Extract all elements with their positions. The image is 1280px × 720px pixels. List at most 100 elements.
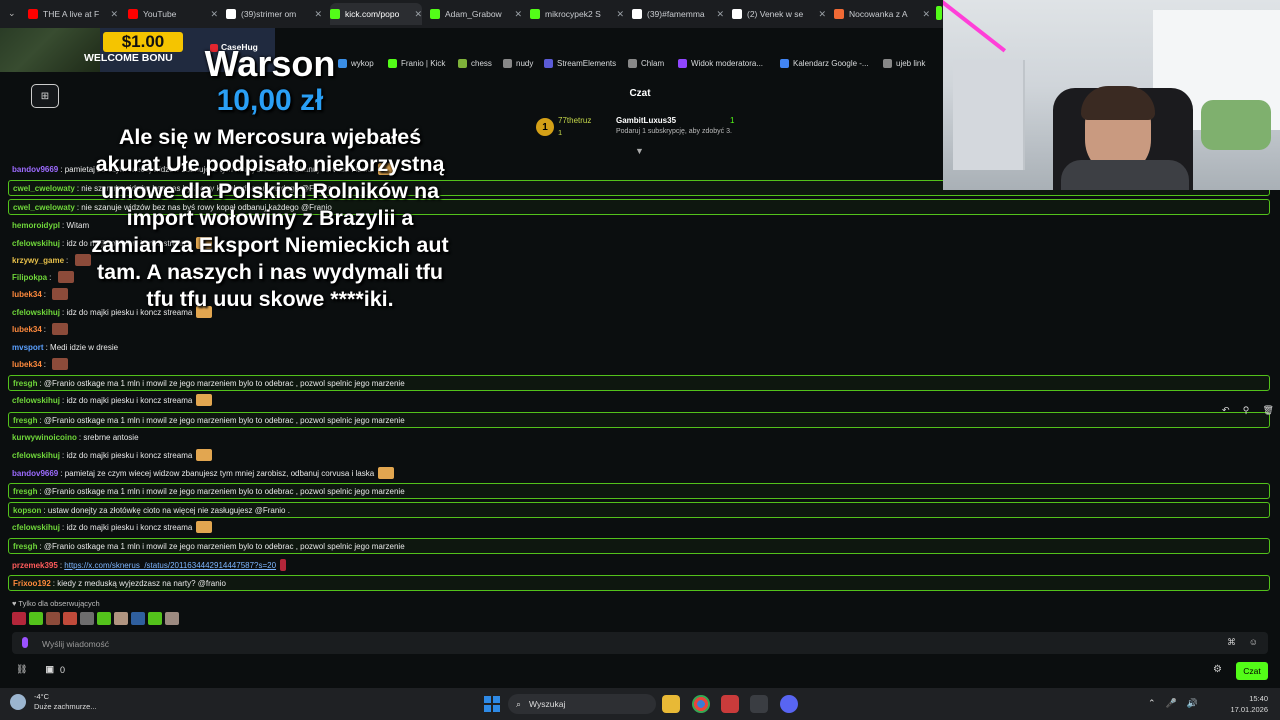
taskbar-clock[interactable]: 15:40 17.01.2026 bbox=[1220, 693, 1268, 715]
emoji-picker-icon[interactable]: ☺ bbox=[1249, 637, 1258, 647]
chat-username[interactable]: cfelowskihuj bbox=[12, 239, 60, 248]
weather-widget[interactable]: -4°C Duże zachmurze... bbox=[10, 692, 97, 712]
chat-message[interactable]: cwel_cwelowaty: nie szanuje widzów bez n… bbox=[8, 199, 1270, 215]
chat-username[interactable]: bandov9669 bbox=[12, 469, 58, 478]
leader-user-2[interactable]: GambitLuxus35 bbox=[616, 116, 676, 125]
tab-3[interactable]: (39)strimer om ✕ bbox=[226, 3, 322, 25]
emote-8[interactable] bbox=[131, 612, 145, 625]
emote-1[interactable] bbox=[12, 612, 26, 625]
command-icon[interactable]: ⌘ bbox=[1227, 637, 1236, 648]
chat-message[interactable]: lubek34: bbox=[8, 357, 69, 371]
collapse-pinned-icon[interactable]: ▼ bbox=[635, 146, 644, 156]
send-chat-button[interactable]: Czat bbox=[1236, 662, 1268, 680]
chat-username[interactable]: cwel_cwelowaty bbox=[13, 184, 75, 193]
bookmark-4[interactable]: nudy bbox=[503, 59, 533, 68]
game-app-icon[interactable] bbox=[721, 695, 739, 713]
chat-username[interactable]: fresgh bbox=[13, 379, 37, 388]
mic-icon[interactable] bbox=[22, 637, 28, 648]
volume-icon[interactable]: 🔊 bbox=[1187, 698, 1198, 709]
chat-username[interactable]: krzywy_game bbox=[12, 256, 64, 265]
chat-message[interactable]: fresgh: @Franio ostkage ma 1 mln i mowil… bbox=[8, 483, 1270, 499]
chat-message[interactable]: bandov9669: pamietaj ze czym wiecej widz… bbox=[8, 162, 395, 176]
emote-2[interactable] bbox=[29, 612, 43, 625]
chat-message[interactable]: lubek34: bbox=[8, 287, 69, 301]
chat-username[interactable]: fresgh bbox=[13, 416, 37, 425]
microphone-icon[interactable]: 🎤 bbox=[1166, 698, 1177, 709]
chat-message-input[interactable] bbox=[40, 634, 1194, 654]
chat-username[interactable]: lubek34 bbox=[12, 325, 42, 334]
close-icon[interactable]: ✕ bbox=[514, 9, 522, 20]
obs-app-icon[interactable] bbox=[750, 695, 768, 713]
chat-message[interactable]: fresgh: @Franio ostkage ma 1 mln i mowil… bbox=[8, 375, 1270, 391]
chat-username[interactable]: przemek395 bbox=[12, 561, 58, 570]
chat-username[interactable]: kurwywinoicoino bbox=[12, 433, 77, 442]
chat-username[interactable]: cfelowskihuj bbox=[12, 308, 60, 317]
chat-username[interactable]: lubek34 bbox=[12, 360, 42, 369]
bookmark-9[interactable]: ujeb link bbox=[883, 59, 925, 68]
points-icon[interactable]: ▣ bbox=[45, 664, 54, 675]
chat-message[interactable]: przemek395: https://x.com/sknerus_/statu… bbox=[8, 558, 287, 572]
close-icon[interactable]: ✕ bbox=[314, 9, 322, 20]
bookmark-6[interactable]: Chlam bbox=[628, 59, 664, 68]
chat-username[interactable]: fresgh bbox=[13, 487, 37, 496]
close-icon[interactable]: ✕ bbox=[414, 9, 422, 20]
tab-search-icon[interactable]: ⌄ bbox=[8, 8, 16, 19]
taskbar-search-input[interactable] bbox=[527, 698, 642, 710]
chat-username[interactable]: cfelowskihuj bbox=[12, 523, 60, 532]
chat-link[interactable]: https://x.com/sknerus_/status/2011634442… bbox=[64, 561, 276, 570]
chat-message[interactable]: fresgh: @Franio ostkage ma 1 mln i mowil… bbox=[8, 538, 1270, 554]
close-icon[interactable]: ✕ bbox=[616, 9, 624, 20]
chat-message[interactable]: kurwywinoicoino: srebrne antosie bbox=[8, 430, 139, 444]
gift-sub-text[interactable]: Podaruj 1 subskrypcję, aby zdobyć 3. bbox=[616, 128, 732, 135]
bookmark-3[interactable]: chess bbox=[458, 59, 492, 68]
chrome-icon[interactable] bbox=[692, 695, 710, 713]
chat-message[interactable]: Filipokpa: bbox=[8, 270, 74, 284]
chat-settings-icon[interactable]: ⚙ bbox=[1213, 664, 1222, 675]
chat-message[interactable]: mvsport: Medi idzie w dresie bbox=[8, 340, 118, 354]
chat-username[interactable]: kopson bbox=[13, 506, 41, 515]
bookmark-8[interactable]: Kalendarz Google -... bbox=[780, 59, 869, 68]
link-icon[interactable]: ⛓ bbox=[16, 664, 27, 675]
chat-message[interactable]: cfelowskihuj: idz do majki piesku i konc… bbox=[8, 393, 213, 407]
tab-5[interactable]: Adam_Grabow ✕ bbox=[430, 3, 522, 25]
bookmark-7[interactable]: Widok moderatora... bbox=[678, 59, 763, 68]
emote-5[interactable] bbox=[80, 612, 94, 625]
chat-username[interactable]: mvsport bbox=[12, 343, 44, 352]
chat-message[interactable]: Frixoo192: kiedy z meduską wyjezdzasz na… bbox=[8, 575, 1270, 591]
chat-username[interactable]: hemoroidypl bbox=[12, 221, 60, 230]
chat-username[interactable]: cwel_cwelowaty bbox=[13, 203, 75, 212]
chat-message[interactable]: cfelowskihuj: idz do majki piesku i konc… bbox=[8, 236, 213, 250]
chat-username[interactable]: cfelowskihuj bbox=[12, 451, 60, 460]
tray-chevron-icon[interactable]: ⌃ bbox=[1148, 698, 1156, 709]
chat-message[interactable]: krzywy_game: bbox=[8, 253, 91, 267]
delete-icon[interactable]: 🗑 bbox=[1263, 405, 1274, 419]
chat-message[interactable]: cfelowskihuj: idz do majki piesku i konc… bbox=[8, 448, 213, 462]
taskbar-search[interactable]: ⌕ bbox=[508, 694, 656, 714]
emote-3[interactable] bbox=[46, 612, 60, 625]
chat-username[interactable]: bandov9669 bbox=[12, 165, 58, 174]
chat-message[interactable]: cfelowskihuj: idz do majki piesku i konc… bbox=[8, 520, 213, 534]
tab-6[interactable]: mikrocypek2 S ✕ bbox=[530, 3, 624, 25]
tab-8[interactable]: (2) Venek w se ✕ bbox=[732, 3, 826, 25]
bookmark-2[interactable]: Franio | Kick bbox=[388, 59, 445, 68]
chat-message[interactable]: fresgh: @Franio ostkage ma 1 mln i mowil… bbox=[8, 412, 1270, 428]
tab-7[interactable]: (39)#famemma ✕ bbox=[632, 3, 724, 25]
chat-username[interactable]: cfelowskihuj bbox=[12, 396, 60, 405]
bookmark-5[interactable]: StreamElements bbox=[544, 59, 616, 68]
file-explorer-icon[interactable] bbox=[662, 695, 680, 713]
tab-4[interactable]: kick.com/popo ✕ bbox=[330, 3, 422, 25]
leader-user-1[interactable]: 77thetruz bbox=[558, 116, 591, 125]
sidebar-toggle-icon[interactable]: ⊞ bbox=[31, 84, 59, 108]
chat-username[interactable]: lubek34 bbox=[12, 290, 42, 299]
emote-7[interactable] bbox=[114, 612, 128, 625]
emote-10[interactable] bbox=[165, 612, 179, 625]
chat-message[interactable]: hemoroidypl: Witam bbox=[8, 218, 89, 232]
chat-username[interactable]: Filipokpa bbox=[12, 273, 47, 282]
emote-9[interactable] bbox=[148, 612, 162, 625]
windows-start-icon[interactable] bbox=[484, 696, 500, 712]
tab-1[interactable]: THE A live at F ✕ bbox=[28, 3, 118, 25]
discord-icon[interactable] bbox=[780, 695, 798, 713]
chat-message[interactable]: cfelowskihuj: idz do majki piesku i konc… bbox=[8, 305, 213, 319]
close-icon[interactable]: ✕ bbox=[818, 9, 826, 20]
chat-message[interactable]: kopson: ustaw donejty za złotówkę cioto … bbox=[8, 502, 1270, 518]
